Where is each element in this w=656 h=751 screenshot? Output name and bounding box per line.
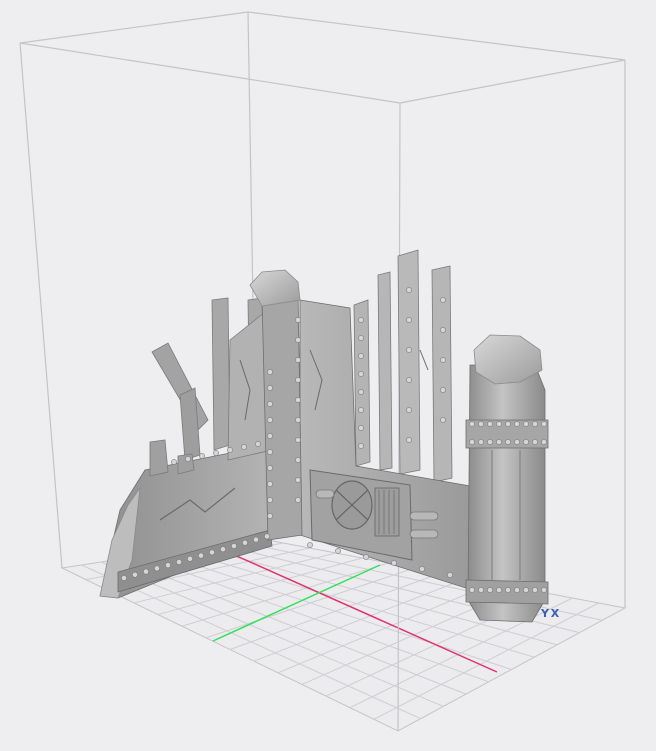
axis-triad-icon: Y X (541, 607, 559, 620)
3d-viewport[interactable]: Y X (0, 0, 656, 751)
pillar-model (465, 334, 549, 623)
right-wall-model (249, 249, 473, 591)
